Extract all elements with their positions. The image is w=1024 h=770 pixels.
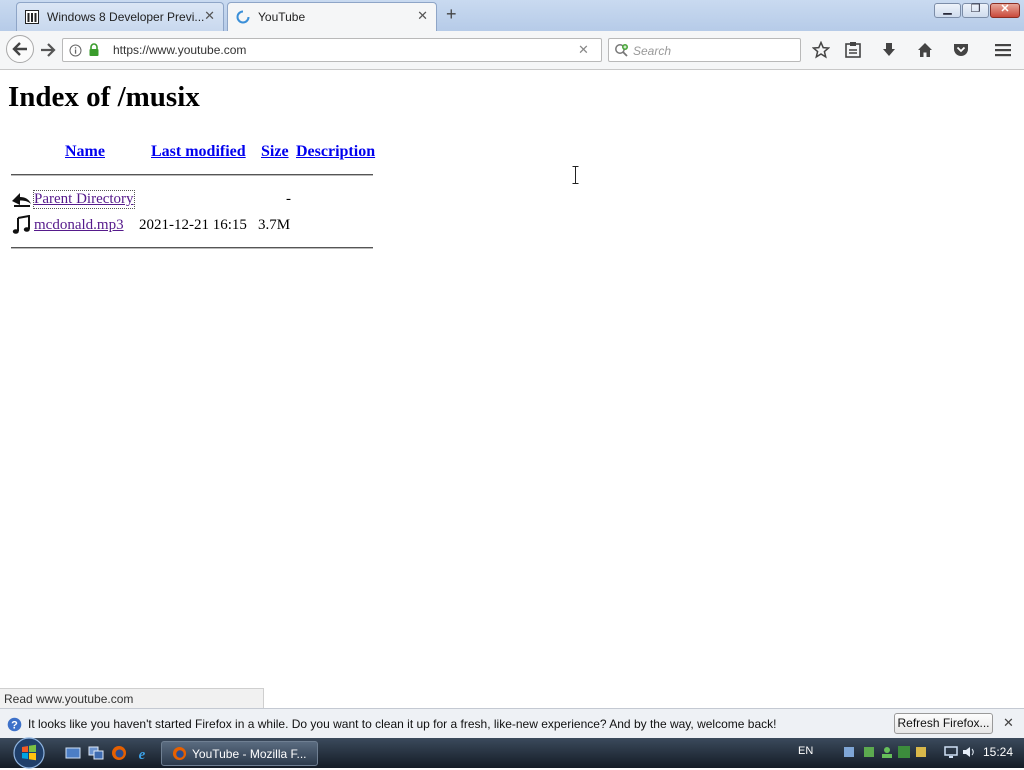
back-arrow-icon xyxy=(12,42,27,56)
divider-top xyxy=(11,174,373,176)
monitor-tray-icon[interactable] xyxy=(944,745,958,759)
svg-text:?: ? xyxy=(11,719,18,731)
page-content: Index of /musix Name Last modified Size … xyxy=(0,70,1024,688)
navigation-toolbar: https://www.youtube.com ✕ Search xyxy=(0,31,1024,70)
notification-text: It looks like you haven't started Firefo… xyxy=(28,717,777,731)
firefox-icon xyxy=(172,746,187,761)
text-cursor-icon xyxy=(572,166,579,184)
back-arrow-icon xyxy=(12,193,31,207)
search-placeholder: Search xyxy=(633,44,672,58)
lock-icon xyxy=(89,43,99,56)
start-button[interactable] xyxy=(8,736,50,770)
size-cell: - xyxy=(286,191,291,207)
help-icon: ? xyxy=(7,717,22,732)
clock[interactable]: 15:24 xyxy=(983,745,1013,759)
bookmark-star-icon[interactable] xyxy=(812,41,830,59)
page-title: Index of /musix xyxy=(8,81,200,113)
internet-explorer-icon[interactable]: e xyxy=(134,745,150,761)
clear-url-icon[interactable]: ✕ xyxy=(578,42,589,58)
url-bar[interactable]: https://www.youtube.com ✕ xyxy=(62,38,602,62)
forward-arrow-icon[interactable] xyxy=(38,40,58,60)
tab-label: YouTube xyxy=(258,10,306,24)
home-icon[interactable] xyxy=(916,41,934,59)
firefox-icon[interactable] xyxy=(111,745,127,761)
refresh-firefox-button[interactable]: Refresh Firefox... xyxy=(894,713,993,734)
search-engine-icon xyxy=(615,44,628,57)
music-note-icon xyxy=(12,215,30,234)
info-icon[interactable] xyxy=(69,44,82,57)
close-notification-icon[interactable]: ✕ xyxy=(1003,715,1014,731)
tab-windows8[interactable]: Windows 8 Developer Previ... ✕ xyxy=(16,2,224,31)
taskbar: e YouTube - Mozilla F... EN 15:24 xyxy=(0,736,1024,770)
security-tray-icon[interactable] xyxy=(862,745,876,759)
loading-spinner-icon xyxy=(236,10,250,24)
window-close-button[interactable]: ✕ xyxy=(990,3,1020,18)
new-tab-plus-icon[interactable]: + xyxy=(446,5,457,23)
column-header-last-modified[interactable]: Last modified xyxy=(151,143,246,161)
network-icon[interactable] xyxy=(842,745,856,759)
minimize-button[interactable]: ▁ xyxy=(934,3,961,18)
url-text: https://www.youtube.com xyxy=(113,43,247,57)
download-icon[interactable] xyxy=(880,41,898,59)
tab-strip: Windows 8 Developer Previ... ✕ YouTube ✕… xyxy=(0,0,1024,31)
column-header-description[interactable]: Description xyxy=(296,143,375,161)
status-text: Read www.youtube.com xyxy=(4,692,134,706)
window-icon xyxy=(25,10,39,24)
update-tray-icon[interactable] xyxy=(897,745,911,759)
file-link-mcdonald[interactable]: mcdonald.mp3 xyxy=(34,217,124,234)
parent-directory-link[interactable]: Parent Directory xyxy=(33,190,135,209)
tab-label: Windows 8 Developer Previ... xyxy=(47,10,205,24)
tab-youtube[interactable]: YouTube ✕ xyxy=(227,2,437,31)
taskbar-firefox-window[interactable]: YouTube - Mozilla F... xyxy=(161,741,318,766)
column-header-name[interactable]: Name xyxy=(65,143,105,161)
taskbar-window-label: YouTube - Mozilla F... xyxy=(192,747,307,761)
close-tab-icon[interactable]: ✕ xyxy=(417,8,428,24)
last-modified-cell: 2021-12-21 16:15 xyxy=(139,217,247,233)
reading-list-icon[interactable] xyxy=(844,41,862,59)
back-button[interactable] xyxy=(6,35,34,63)
svg-text:e: e xyxy=(139,747,146,761)
close-tab-icon[interactable]: ✕ xyxy=(204,8,215,24)
search-input[interactable]: Search xyxy=(608,38,801,62)
volume-icon[interactable] xyxy=(962,745,976,759)
divider-bottom xyxy=(11,247,373,249)
status-bar: Read www.youtube.com xyxy=(0,688,264,708)
switch-windows-icon[interactable] xyxy=(88,745,104,761)
app-tray-icon[interactable] xyxy=(914,745,928,759)
hamburger-menu-icon[interactable] xyxy=(994,41,1012,59)
show-desktop-icon[interactable] xyxy=(65,745,81,761)
column-header-size[interactable]: Size xyxy=(261,143,289,161)
pocket-icon[interactable] xyxy=(952,41,970,59)
user-tray-icon[interactable] xyxy=(880,745,894,759)
size-cell: 3.7M xyxy=(258,217,291,233)
restore-button[interactable]: ❐ xyxy=(962,3,989,18)
notification-bar: ? It looks like you haven't started Fire… xyxy=(0,708,1024,738)
language-indicator[interactable]: EN xyxy=(798,745,813,757)
